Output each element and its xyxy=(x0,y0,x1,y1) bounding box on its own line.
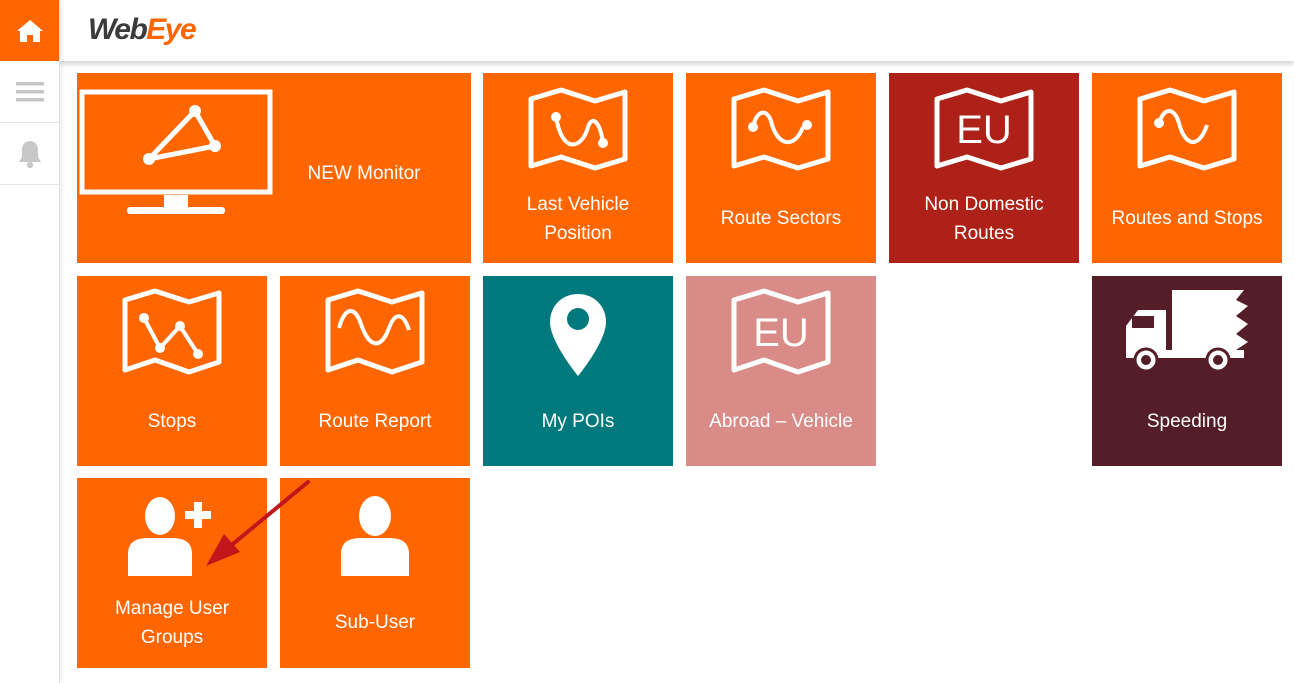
tile-label: My POIs xyxy=(541,411,615,432)
tile-abroad-vehicle[interactable]: EU Abroad – Vehicle xyxy=(686,276,876,466)
map-route-icon xyxy=(1137,87,1237,171)
tile-label: Speeding xyxy=(1146,411,1228,432)
map-route-icon xyxy=(731,87,831,171)
monitor-icon xyxy=(79,89,273,214)
tile-label: Routes and Stops xyxy=(1111,208,1263,229)
home-icon xyxy=(16,19,43,42)
tile-label: Stops xyxy=(147,411,197,432)
tile-last-vehicle-position[interactable]: Last Vehicle Position xyxy=(483,73,673,263)
tile-stops[interactable]: Stops xyxy=(77,276,267,466)
tile-label-line1: Last Vehicle xyxy=(526,194,630,215)
tile-label-line2: Position xyxy=(544,223,612,244)
tile-label-line2: Routes xyxy=(953,223,1015,244)
map-wave-icon xyxy=(325,288,425,375)
sidebar xyxy=(0,0,60,683)
user-add-icon xyxy=(128,497,211,576)
eu-map-icon: EU xyxy=(731,288,831,375)
bell-icon xyxy=(18,140,41,168)
tile-label: Sub-User xyxy=(334,612,416,633)
tile-my-pois[interactable]: My POIs xyxy=(483,276,673,466)
webeye-logo[interactable]: WebEye xyxy=(88,10,197,50)
tile-label: Abroad – Vehicle xyxy=(709,411,853,432)
tile-non-domestic-routes[interactable]: EU Non Domestic Routes xyxy=(889,73,1079,263)
logo-text-eye: Eye xyxy=(146,13,196,46)
logo-text-web: Web xyxy=(88,13,148,46)
sidebar-home-button[interactable] xyxy=(0,0,59,61)
tile-label: Route Report xyxy=(318,411,432,432)
truck-icon xyxy=(1126,290,1248,373)
top-header: WebEye xyxy=(60,0,1294,61)
svg-text:EU: EU xyxy=(753,311,809,355)
tile-label: Route Sectors xyxy=(720,208,842,229)
tile-route-report[interactable]: Route Report xyxy=(280,276,470,466)
sidebar-menu-button[interactable] xyxy=(0,61,59,123)
svg-text:EU: EU xyxy=(956,108,1012,152)
tile-label: NEW Monitor xyxy=(307,163,421,184)
tile-speeding[interactable]: Speeding xyxy=(1092,276,1282,466)
tile-manage-user-groups[interactable]: Manage User Groups xyxy=(77,478,267,668)
sidebar-notifications-button[interactable] xyxy=(0,123,59,185)
map-stops-icon xyxy=(122,288,222,375)
tile-routes-and-stops[interactable]: Routes and Stops xyxy=(1092,73,1282,263)
tile-route-sectors[interactable]: Route Sectors xyxy=(686,73,876,263)
map-pin-icon xyxy=(550,294,606,376)
map-route-icon xyxy=(528,87,628,171)
eu-map-icon: EU xyxy=(934,87,1034,171)
tile-sub-user[interactable]: Sub-User xyxy=(280,478,470,668)
tile-label-line2: Groups xyxy=(140,627,204,648)
user-icon xyxy=(341,496,409,576)
tile-label-line1: Non Domestic xyxy=(924,194,1044,215)
tile-new-monitor[interactable]: NEW Monitor xyxy=(77,73,471,263)
menu-icon xyxy=(15,81,44,101)
tile-label-line1: Manage User xyxy=(114,598,230,619)
